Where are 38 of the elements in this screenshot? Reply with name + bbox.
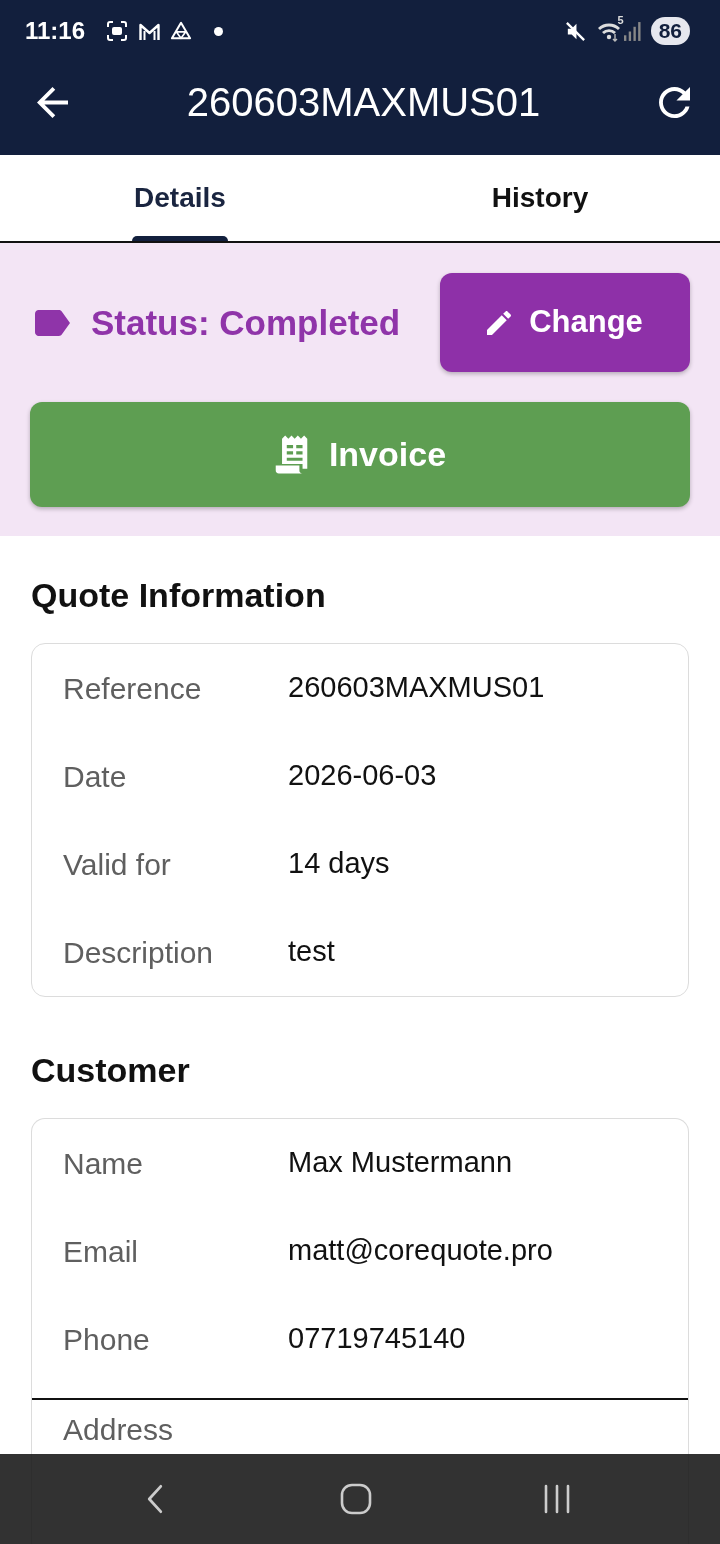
field-value: 2026-06-03 (288, 758, 437, 794)
triangle-icon (170, 21, 193, 41)
refresh-icon[interactable] (659, 86, 690, 118)
field-label: Date (63, 758, 128, 795)
back-icon[interactable] (146, 1484, 164, 1514)
field-label: Description (63, 934, 215, 971)
clock-time: 11:16 (25, 19, 86, 43)
field-value: 14 days (288, 846, 390, 882)
field-value: Max Mustermann (288, 1145, 512, 1181)
battery-percentage: 86 (650, 17, 690, 45)
change-button[interactable]: Change (440, 273, 690, 372)
field-label: Address (63, 1412, 175, 1448)
home-icon[interactable] (340, 1483, 372, 1515)
tab[interactable]: Details (132, 155, 228, 241)
recents-icon[interactable] (543, 1484, 571, 1514)
notification-dot-icon (214, 26, 224, 36)
status-label: Status: Completed (91, 301, 401, 344)
receipt-icon (273, 434, 309, 475)
mute-icon (563, 19, 587, 43)
wifi-band-label: 5 (617, 15, 624, 26)
page-title: 260603MAXMUS01 (185, 79, 542, 126)
field-label: Name (63, 1145, 145, 1182)
field-label: Email (63, 1233, 139, 1270)
section-heading: Quote Information (31, 575, 327, 615)
tab[interactable]: History (489, 155, 591, 241)
tag-icon (35, 309, 70, 336)
back-arrow-icon[interactable] (37, 86, 68, 118)
field-value: matt@corequote.pro (288, 1233, 553, 1269)
section-heading: Customer (31, 1050, 191, 1090)
pencil-icon (487, 310, 512, 335)
screenshot-icon (105, 19, 130, 43)
signal-icon (623, 21, 641, 41)
field-value: 260603MAXMUS01 (288, 670, 545, 706)
field-label: Reference (63, 670, 203, 707)
field-label: Phone (63, 1321, 151, 1358)
field-value: 07719745140 (288, 1321, 466, 1357)
field-value: test (288, 934, 335, 970)
field-label: Valid for (63, 846, 172, 883)
